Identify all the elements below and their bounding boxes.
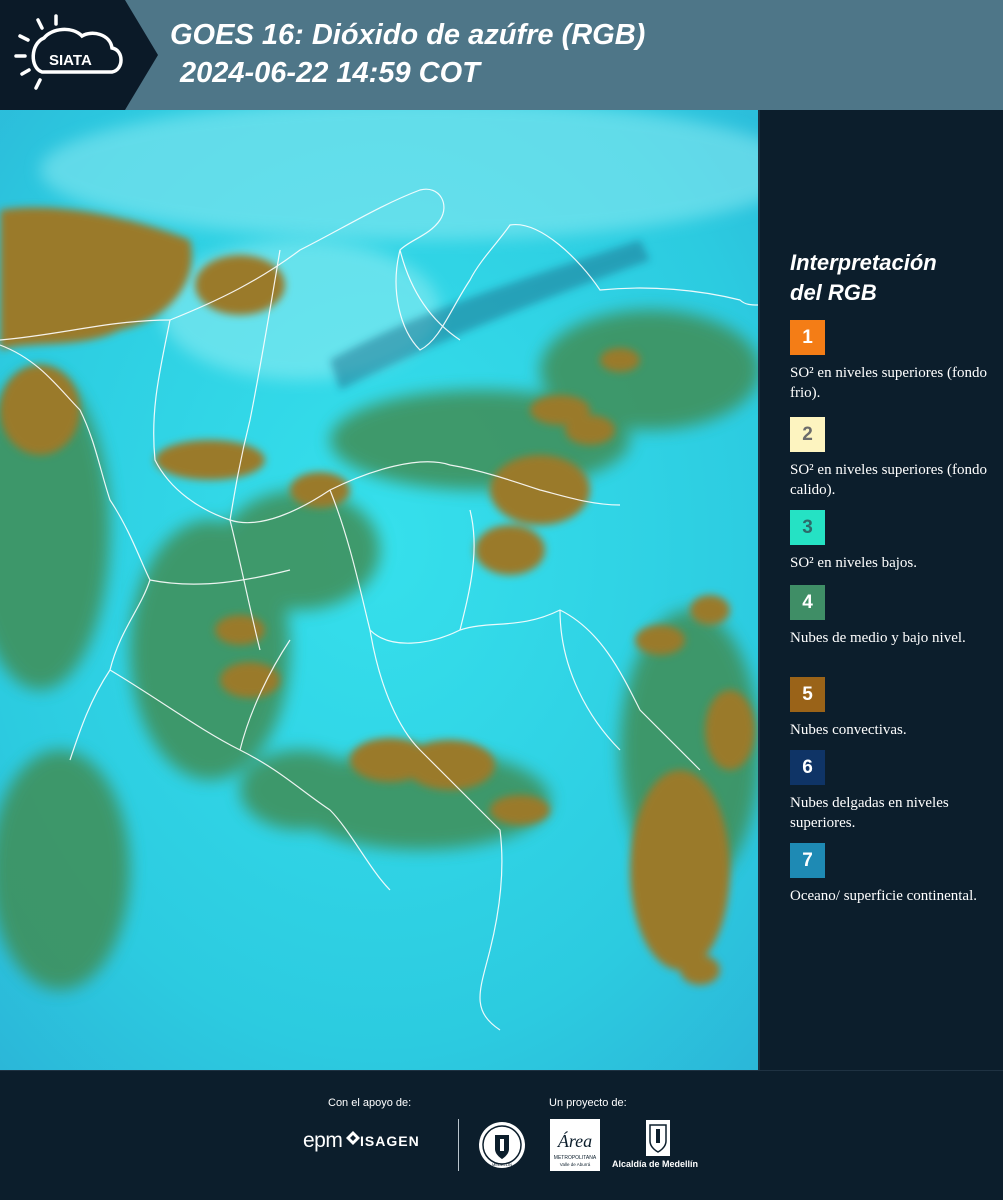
legend-label-7: Oceano/ superficie continental. — [790, 888, 978, 904]
alcaldia-label: Alcaldía de Medellín — [612, 1159, 699, 1169]
epm-logo: epm — [303, 1129, 343, 1152]
legend-label-4: Nubes de medio y bajo nivel. — [790, 630, 966, 646]
legend-title-line-2: del RGB — [790, 280, 877, 305]
isagen-logo: ISAGEN — [360, 1133, 420, 1149]
page-title: GOES 16: Dióxido de azúfre (RGB) 2024-06… — [170, 16, 645, 92]
legend-swatch-1: 1 — [790, 320, 825, 355]
legend-label-6: Nubes delgadas en niveles superiores. — [790, 795, 949, 831]
legend-swatch-4: 4 — [790, 585, 825, 620]
legend-item-1: 1 SO² en niveles superiores (fondo frio)… — [790, 320, 990, 403]
legend-swatch-3: 3 — [790, 510, 825, 545]
legend-item-3: 3 SO² en niveles bajos. — [790, 510, 990, 573]
legend-title: Interpretación del RGB — [790, 248, 937, 308]
legend-item-7: 7 Oceano/ superficie continental. — [790, 843, 990, 906]
support-label: Con el apoyo de: — [328, 1097, 412, 1109]
legend-swatch-5: 5 — [790, 677, 825, 712]
siata-logo-text: SIATA — [49, 52, 92, 69]
title-line-1: GOES 16: Dióxido de azúfre (RGB) — [170, 19, 646, 51]
legend-item-4: 4 Nubes de medio y bajo nivel. — [790, 585, 990, 648]
legend-swatch-7: 7 — [790, 843, 825, 878]
siata-logo: SIATA — [14, 14, 123, 90]
satellite-map — [0, 110, 758, 1070]
footer: Con el apoyo de: Un proyecto de: epm ISA… — [0, 1070, 1003, 1200]
area-logo-sub2: Valle de Aburrá — [560, 1162, 591, 1167]
legend-item-2: 2 SO² en niveles superiores (fondo calid… — [790, 417, 990, 500]
satellite-image — [0, 110, 758, 1070]
area-metropolitana-logo: Área METROPOLITANA Valle de Aburrá — [550, 1119, 600, 1171]
legend-item-5: 5 Nubes convectivas. — [790, 677, 990, 740]
legend-label-3: SO² en niveles bajos. — [790, 555, 917, 571]
legend-label-2: SO² en niveles superiores (fondo calido)… — [790, 462, 987, 498]
footer-divider — [458, 1119, 459, 1171]
legend-swatch-6: 6 — [790, 750, 825, 785]
title-line-2: 2024-06-22 14:59 COT — [180, 57, 480, 89]
legend-title-line-1: Interpretación — [790, 250, 937, 275]
area-logo-text: Área — [557, 1130, 592, 1151]
project-label: Un proyecto de: — [549, 1097, 627, 1109]
legend-label-1: SO² en niveles superiores (fondo frio). — [790, 365, 987, 401]
area-logo-sub1: METROPOLITANA — [554, 1155, 597, 1161]
legend-label-5: Nubes convectivas. — [790, 722, 907, 738]
isagen-mark-icon — [346, 1131, 360, 1145]
medellin-seal-icon: MEDELLÍN — [479, 1122, 525, 1168]
alcaldia-shield-icon — [646, 1120, 670, 1156]
header: SIATA GOES 16: Dióxido de azúfre (RGB) 2… — [0, 0, 1003, 110]
seal-text: MEDELLÍN — [492, 1162, 512, 1167]
legend-swatch-2: 2 — [790, 417, 825, 452]
legend-item-6: 6 Nubes delgadas en niveles superiores. — [790, 750, 990, 833]
legend-panel: Interpretación del RGB 1 SO² en niveles … — [758, 110, 1003, 1070]
